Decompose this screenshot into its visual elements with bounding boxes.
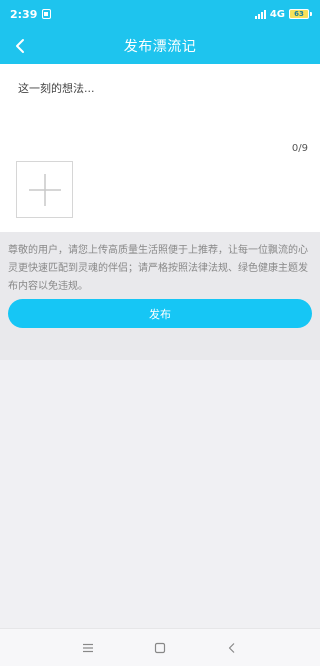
battery-level: 63 <box>289 9 309 19</box>
page-title: 发布漂流记 <box>123 39 197 55</box>
post-text-input[interactable] <box>18 80 302 140</box>
back-button[interactable] <box>8 34 32 58</box>
battery-icon: 63 <box>289 9 312 19</box>
square-icon <box>154 642 166 653</box>
notification-app-icon <box>42 9 52 19</box>
status-time: 2:39 <box>10 7 38 21</box>
system-nav-bar <box>0 628 320 666</box>
notice-panel: 尊敬的用户，请您上传高质量生活照便于上推荐，让每一位飘流的心灵更快速匹配到灵魂的… <box>0 232 320 360</box>
char-count: 0/9 <box>291 143 308 154</box>
status-left: 2:39 <box>10 7 52 21</box>
menu-button[interactable] <box>78 638 98 658</box>
home-button[interactable] <box>150 638 170 658</box>
menu-icon <box>83 643 93 652</box>
post-card: 0/9 <box>0 64 320 232</box>
system-back-button[interactable] <box>222 638 242 658</box>
status-right: 4G 63 <box>254 8 312 20</box>
network-type: 4G <box>269 8 285 20</box>
add-photo-button[interactable] <box>16 161 73 218</box>
nav-bar: 发布漂流记 <box>0 28 320 64</box>
back-triangle-icon <box>228 642 235 653</box>
status-bar: 2:39 4G 63 <box>0 0 320 28</box>
plus-icon <box>28 173 61 206</box>
notice-text: 尊敬的用户，请您上传高质量生活照便于上推荐，让每一位飘流的心灵更快速匹配到灵魂的… <box>8 245 308 292</box>
signal-icon <box>254 9 266 19</box>
publish-button[interactable]: 发布 <box>8 299 312 328</box>
chevron-left-icon <box>16 39 24 53</box>
